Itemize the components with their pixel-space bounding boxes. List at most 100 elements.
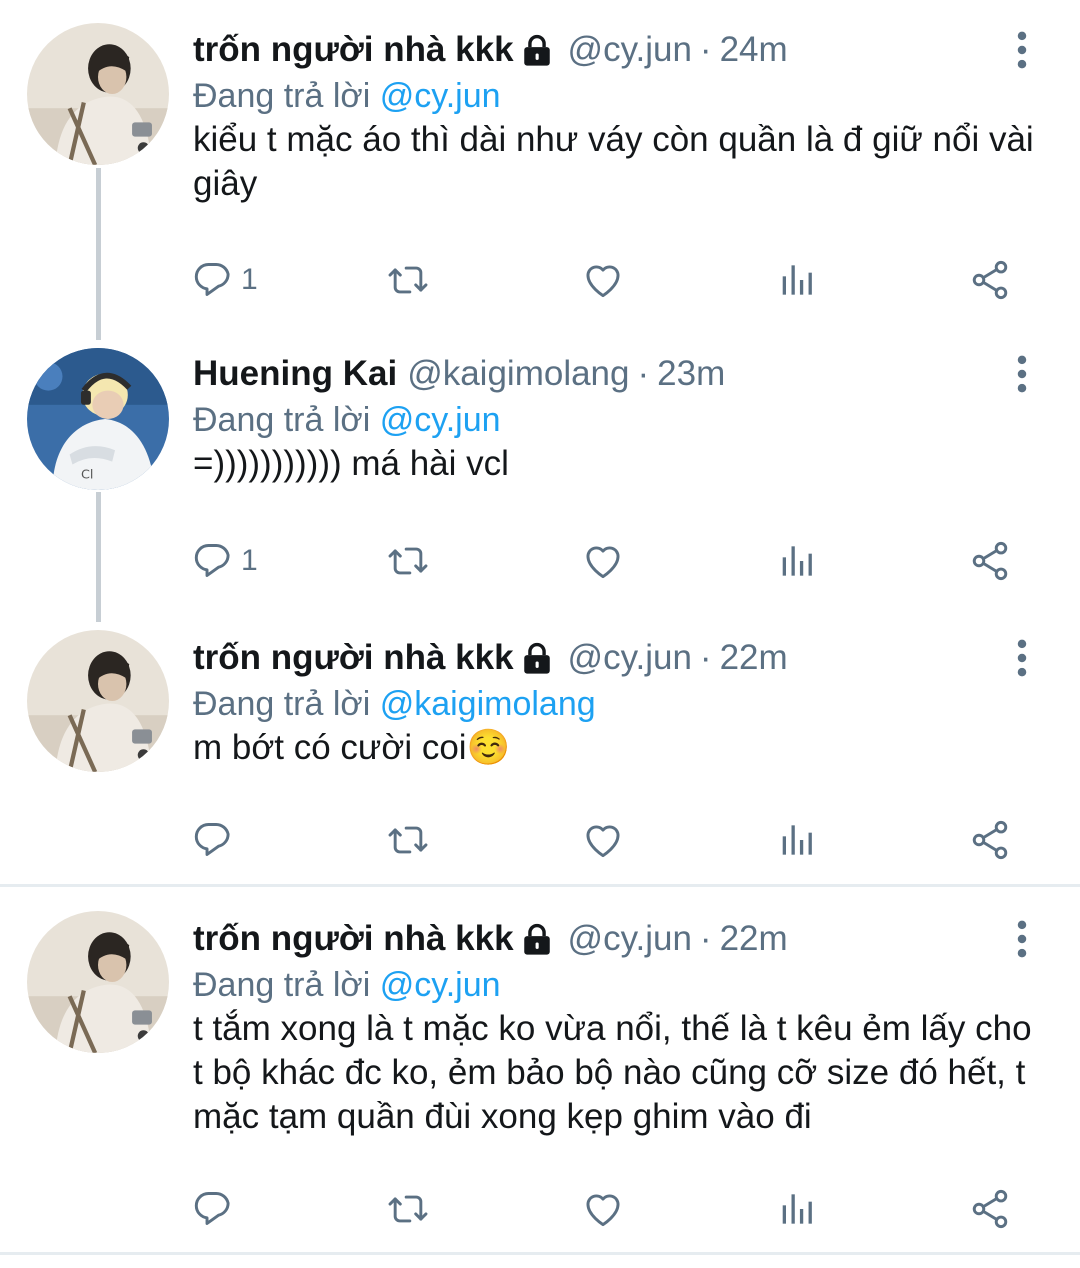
display-name[interactable]: trốn người nhà kkk <box>193 917 514 961</box>
tweet[interactable]: trốn người nhà kkk @cy.jun · 22m Đang tr… <box>0 889 1080 1251</box>
retweet-button[interactable] <box>386 257 430 303</box>
retweet-button[interactable] <box>386 817 430 863</box>
share-icon <box>968 258 1012 302</box>
separator-dot: · <box>699 638 712 677</box>
tweet-text: m bớt có cười coi☺️ <box>193 728 511 767</box>
tweet-header: trốn người nhà kkk @cy.jun · 24m <box>193 28 788 72</box>
analytics-icon <box>775 818 819 862</box>
like-button[interactable] <box>581 538 625 584</box>
reply-icon <box>193 539 237 583</box>
reply-icon <box>193 818 237 862</box>
action-bar: 1 <box>193 257 1023 303</box>
analytics-icon <box>775 258 819 302</box>
mention-link[interactable]: @cy.jun <box>380 77 501 115</box>
avatar[interactable] <box>27 23 169 165</box>
tweet-header: Huening Kai @kaigimolang · 23m <box>193 352 725 396</box>
replying-to: Đang trả lời @cy.jun <box>193 398 501 442</box>
display-name[interactable]: trốn người nhà kkk <box>193 636 514 680</box>
retweet-icon <box>386 539 430 583</box>
share-button[interactable] <box>968 538 1012 584</box>
reply-icon <box>193 258 237 302</box>
tweet-text: t tắm xong là t mặc ko vừa nổi, thế là t… <box>193 1009 1032 1136</box>
replying-prefix: Đang trả lời <box>193 77 380 115</box>
tweet-header: trốn người nhà kkk @cy.jun · 22m <box>193 917 788 961</box>
heart-icon <box>581 539 625 583</box>
lock-icon <box>520 922 554 956</box>
action-bar <box>193 1186 1023 1232</box>
share-icon <box>968 539 1012 583</box>
reply-count: 1 <box>241 263 258 296</box>
retweet-button[interactable] <box>386 538 430 584</box>
analytics-icon <box>775 539 819 583</box>
reply-button[interactable] <box>193 1186 241 1232</box>
reply-icon <box>193 1187 237 1231</box>
timestamp[interactable]: 23m <box>657 352 725 396</box>
analytics-button[interactable] <box>775 538 819 584</box>
retweet-icon <box>386 1187 430 1231</box>
share-button[interactable] <box>968 1186 1012 1232</box>
lock-icon <box>520 641 554 675</box>
tweet-divider <box>0 884 1080 887</box>
tweet[interactable]: trốn người nhà kkk @cy.jun · 24m Đang tr… <box>0 0 1080 340</box>
analytics-button[interactable] <box>775 817 819 863</box>
replying-prefix: Đang trả lời <box>193 966 380 1004</box>
separator-dot: · <box>637 354 650 393</box>
like-button[interactable] <box>581 817 625 863</box>
reply-count: 1 <box>241 544 258 577</box>
tweet-divider <box>0 1252 1080 1255</box>
tweet[interactable]: trốn người nhà kkk @cy.jun · 22m Đang tr… <box>0 608 1080 884</box>
reply-button[interactable] <box>193 817 241 863</box>
more-vertical-icon[interactable] <box>1005 30 1039 70</box>
share-button[interactable] <box>968 817 1012 863</box>
analytics-button[interactable] <box>775 1186 819 1232</box>
retweet-icon <box>386 258 430 302</box>
share-icon <box>968 818 1012 862</box>
mention-link[interactable]: @cy.jun <box>380 401 501 439</box>
share-button[interactable] <box>968 257 1012 303</box>
replying-to: Đang trả lời @kaigimolang <box>193 682 596 726</box>
timestamp[interactable]: 24m <box>720 28 788 72</box>
user-handle[interactable]: @cy.jun <box>568 636 692 680</box>
lock-icon <box>520 33 554 67</box>
more-vertical-icon[interactable] <box>1005 354 1039 394</box>
separator-dot: · <box>699 30 712 69</box>
tweet-header: trốn người nhà kkk @cy.jun · 22m <box>193 636 788 680</box>
tweet-text: kiểu t mặc áo thì dài như váy còn quần l… <box>193 120 1034 203</box>
heart-icon <box>581 258 625 302</box>
replying-prefix: Đang trả lời <box>193 685 380 723</box>
action-bar <box>193 817 1023 863</box>
replying-to: Đang trả lời @cy.jun <box>193 963 501 1007</box>
replying-prefix: Đang trả lời <box>193 401 380 439</box>
user-handle[interactable]: @cy.jun <box>568 28 692 72</box>
more-vertical-icon[interactable] <box>1005 638 1039 678</box>
timestamp[interactable]: 22m <box>720 917 788 961</box>
mention-link[interactable]: @cy.jun <box>380 966 501 1004</box>
like-button[interactable] <box>581 257 625 303</box>
like-button[interactable] <box>581 1186 625 1232</box>
more-vertical-icon[interactable] <box>1005 919 1039 959</box>
separator-dot: · <box>699 919 712 958</box>
retweet-icon <box>386 818 430 862</box>
avatar[interactable] <box>27 348 169 490</box>
share-icon <box>968 1187 1012 1231</box>
heart-icon <box>581 818 625 862</box>
reply-button[interactable]: 1 <box>193 257 258 303</box>
user-handle[interactable]: @cy.jun <box>568 917 692 961</box>
retweet-button[interactable] <box>386 1186 430 1232</box>
reply-button[interactable]: 1 <box>193 538 258 584</box>
tweet[interactable]: Huening Kai @kaigimolang · 23m Đang trả … <box>0 324 1080 624</box>
replying-to: Đang trả lời @cy.jun <box>193 74 501 118</box>
analytics-icon <box>775 1187 819 1231</box>
display-name[interactable]: trốn người nhà kkk <box>193 28 514 72</box>
heart-icon <box>581 1187 625 1231</box>
avatar[interactable] <box>27 630 169 772</box>
action-bar: 1 <box>193 538 1023 584</box>
timestamp[interactable]: 22m <box>720 636 788 680</box>
mention-link[interactable]: @kaigimolang <box>380 685 596 723</box>
user-handle[interactable]: @kaigimolang <box>407 352 629 396</box>
tweet-text: =))))))))))) má hài vcl <box>193 444 509 483</box>
display-name[interactable]: Huening Kai <box>193 352 397 396</box>
avatar[interactable] <box>27 911 169 1053</box>
analytics-button[interactable] <box>775 257 819 303</box>
tweet-thread: trốn người nhà kkk @cy.jun · 24m Đang tr… <box>0 0 1080 1268</box>
